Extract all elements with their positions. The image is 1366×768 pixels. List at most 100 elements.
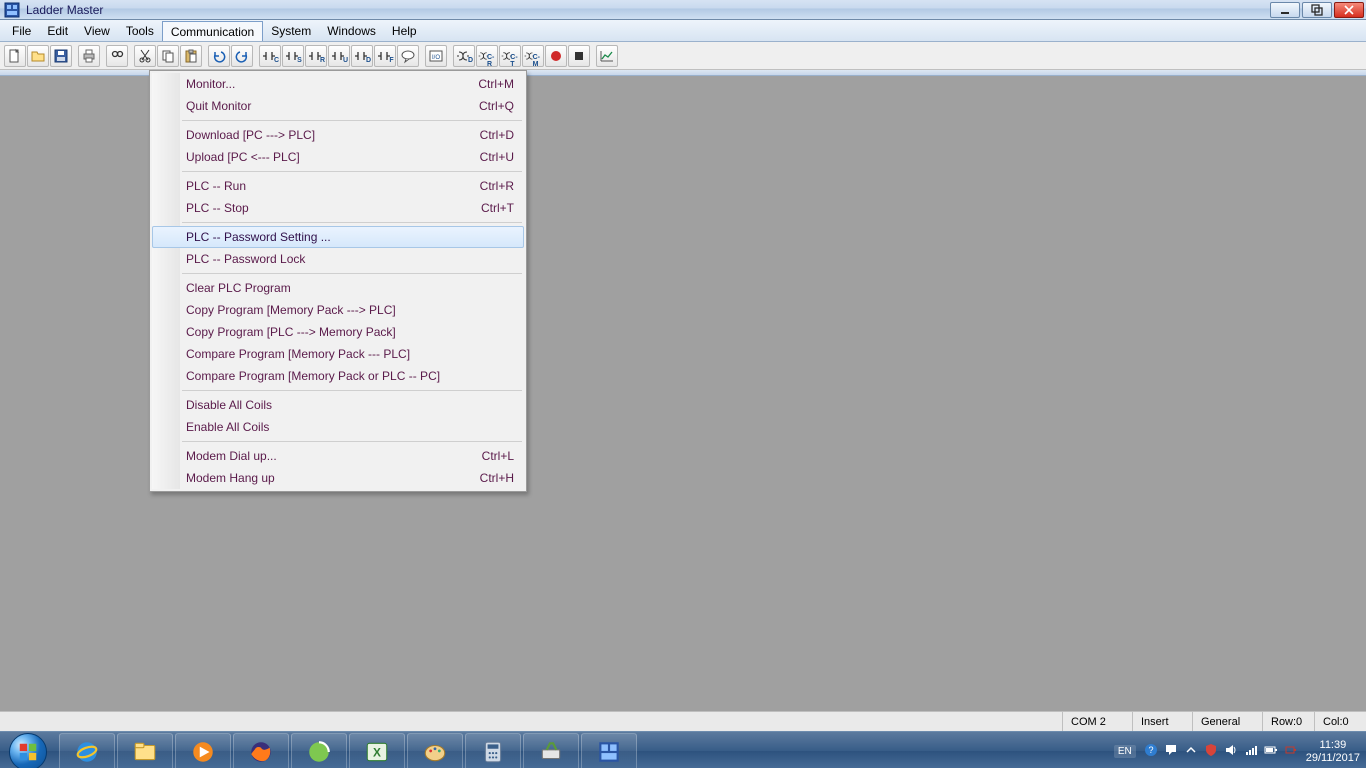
minimize-button[interactable] <box>1270 2 1300 18</box>
help-icon[interactable]: ? <box>1144 743 1158 760</box>
task-excel[interactable]: X <box>349 733 405 768</box>
menuitem-label: Monitor... <box>186 77 235 91</box>
maximize-button[interactable] <box>1302 2 1332 18</box>
menu-file[interactable]: File <box>4 20 39 41</box>
clock-time: 11:39 <box>1306 739 1360 752</box>
menu-tools[interactable]: Tools <box>118 20 162 41</box>
chevron-up-icon[interactable] <box>1184 743 1198 760</box>
menuitem-clear-plc-program[interactable]: Clear PLC Program <box>152 277 524 299</box>
menuitem-modem-dial-up[interactable]: Modem Dial up...Ctrl+L <box>152 445 524 467</box>
print-button[interactable] <box>78 45 100 67</box>
contact-open-c-button[interactable]: C <box>259 45 281 67</box>
undo-button[interactable] <box>208 45 230 67</box>
menuitem-label: Upload [PC <--- PLC] <box>186 150 300 164</box>
menuitem-label: PLC -- Password Setting ... <box>186 230 331 244</box>
menuitem-monitor[interactable]: Monitor... Ctrl+M <box>152 73 524 95</box>
status-com: COM 2 <box>1062 712 1132 731</box>
workspace: Monitor... Ctrl+M Quit MonitorCtrl+Q Downlo… <box>0 70 1366 711</box>
copy-button[interactable] <box>157 45 179 67</box>
open-file-button[interactable] <box>27 45 49 67</box>
task-app-green[interactable] <box>291 733 347 768</box>
menu-system[interactable]: System <box>263 20 319 41</box>
contact-f-button[interactable]: F <box>374 45 396 67</box>
contact-open-s-button[interactable]: S <box>282 45 304 67</box>
menuitem-enable-all-coils[interactable]: Enable All Coils <box>152 416 524 438</box>
menuitem-upload-pc-plc[interactable]: Upload [PC <--- PLC]Ctrl+U <box>152 146 524 168</box>
coil-d-button[interactable]: D <box>453 45 475 67</box>
close-button[interactable] <box>1334 2 1364 18</box>
task-paint[interactable] <box>407 733 463 768</box>
menuitem-copy-program-plc-memory-pack[interactable]: Copy Program [PLC ---> Memory Pack] <box>152 321 524 343</box>
menuitem-label: Compare Program [Memory Pack --- PLC] <box>186 347 410 361</box>
menuitem-disable-all-coils[interactable]: Disable All Coils <box>152 394 524 416</box>
rec-button[interactable] <box>545 45 567 67</box>
battery-icon[interactable] <box>1264 743 1278 760</box>
clock[interactable]: 11:39 29/11/2017 <box>1306 739 1360 764</box>
menuitem-label: Compare Program [Memory Pack or PLC -- P… <box>186 369 440 383</box>
status-row: Row:0 <box>1262 712 1314 731</box>
start-button[interactable] <box>0 732 55 768</box>
power-icon[interactable] <box>1284 743 1298 760</box>
coil-cm-button[interactable]: C-M <box>522 45 544 67</box>
contact-closed-r-button[interactable]: R <box>305 45 327 67</box>
menu-windows[interactable]: Windows <box>319 20 384 41</box>
task-device-manager[interactable] <box>523 733 579 768</box>
menu-edit[interactable]: Edit <box>39 20 76 41</box>
svg-text:X: X <box>373 745 381 759</box>
menuitem-label: PLC -- Run <box>186 179 246 193</box>
network-icon[interactable] <box>1244 743 1258 760</box>
contact-closed-u-button[interactable]: U <box>328 45 350 67</box>
svg-text:?: ? <box>1148 745 1153 755</box>
menu-help[interactable]: Help <box>384 20 425 41</box>
menuitem-label: Download [PC ---> PLC] <box>186 128 315 142</box>
menuitem-label: PLC -- Stop <box>186 201 249 215</box>
task-media-player[interactable] <box>175 733 231 768</box>
menu-view[interactable]: View <box>76 20 118 41</box>
menuitem-compare-program-memory-pack-or-plc-pc[interactable]: Compare Program [Memory Pack or PLC -- P… <box>152 365 524 387</box>
svg-text:I/O: I/O <box>432 55 440 61</box>
menuitem-shortcut: Ctrl+Q <box>479 99 514 113</box>
menuitem-plc-password-setting[interactable]: PLC -- Password Setting ... <box>152 226 524 248</box>
menuitem-plc-password-lock[interactable]: PLC -- Password Lock <box>152 248 524 270</box>
menuitem-plc-stop[interactable]: PLC -- Stop Ctrl+T <box>152 197 524 219</box>
io-mod-button[interactable]: I/O <box>425 45 447 67</box>
stop-button[interactable] <box>568 45 590 67</box>
task-calculator[interactable] <box>465 733 521 768</box>
window-controls <box>1270 2 1366 18</box>
app-title: Ladder Master <box>26 3 103 17</box>
new-file-button[interactable] <box>4 45 26 67</box>
task-file-explorer[interactable] <box>117 733 173 768</box>
task-firefox[interactable] <box>233 733 289 768</box>
find-button[interactable] <box>106 45 128 67</box>
contact-diff-d-button[interactable]: D <box>351 45 373 67</box>
coil-ct-button[interactable]: C-T <box>499 45 521 67</box>
comment-button[interactable] <box>397 45 419 67</box>
menuitem-download-pc-plc[interactable]: Download [PC ---> PLC]Ctrl+D <box>152 124 524 146</box>
language-indicator[interactable]: EN <box>1114 745 1136 758</box>
task-internet-explorer[interactable] <box>59 733 115 768</box>
volume-icon[interactable] <box>1224 743 1238 760</box>
shield-icon[interactable] <box>1204 743 1218 760</box>
paste-button[interactable] <box>180 45 202 67</box>
taskbar-items: X <box>55 732 637 768</box>
menuitem-copy-program-memory-pack-plc[interactable]: Copy Program [Memory Pack ---> PLC] <box>152 299 524 321</box>
cut-button[interactable] <box>134 45 156 67</box>
coil-cr-button[interactable]: C-R <box>476 45 498 67</box>
status-mode: Insert <box>1132 712 1192 731</box>
menuitem-modem-hang-up[interactable]: Modem Hang upCtrl+H <box>152 467 524 489</box>
menuitem-quit-monitor[interactable]: Quit MonitorCtrl+Q <box>152 95 524 117</box>
menu-communication[interactable]: Communication <box>162 21 263 41</box>
chart-button[interactable] <box>596 45 618 67</box>
redo-button[interactable] <box>231 45 253 67</box>
menuitem-compare-program-memory-pack-plc[interactable]: Compare Program [Memory Pack --- PLC] <box>152 343 524 365</box>
action-center-icon[interactable] <box>1164 743 1178 760</box>
menuitem-plc-run[interactable]: PLC -- Run Ctrl+R <box>152 175 524 197</box>
toolbar: CSRUDFI/ODC-RC-TC-M <box>0 42 1366 70</box>
save-file-button[interactable] <box>50 45 72 67</box>
menuitem-shortcut: Ctrl+M <box>478 77 514 91</box>
menuitem-shortcut: Ctrl+T <box>481 201 514 215</box>
menuitem-shortcut: Ctrl+R <box>480 179 514 193</box>
menuitem-label: PLC -- Password Lock <box>186 252 305 266</box>
communication-dropdown: Monitor... Ctrl+M Quit MonitorCtrl+Q Downlo… <box>149 70 527 492</box>
task-ladder-master[interactable] <box>581 733 637 768</box>
